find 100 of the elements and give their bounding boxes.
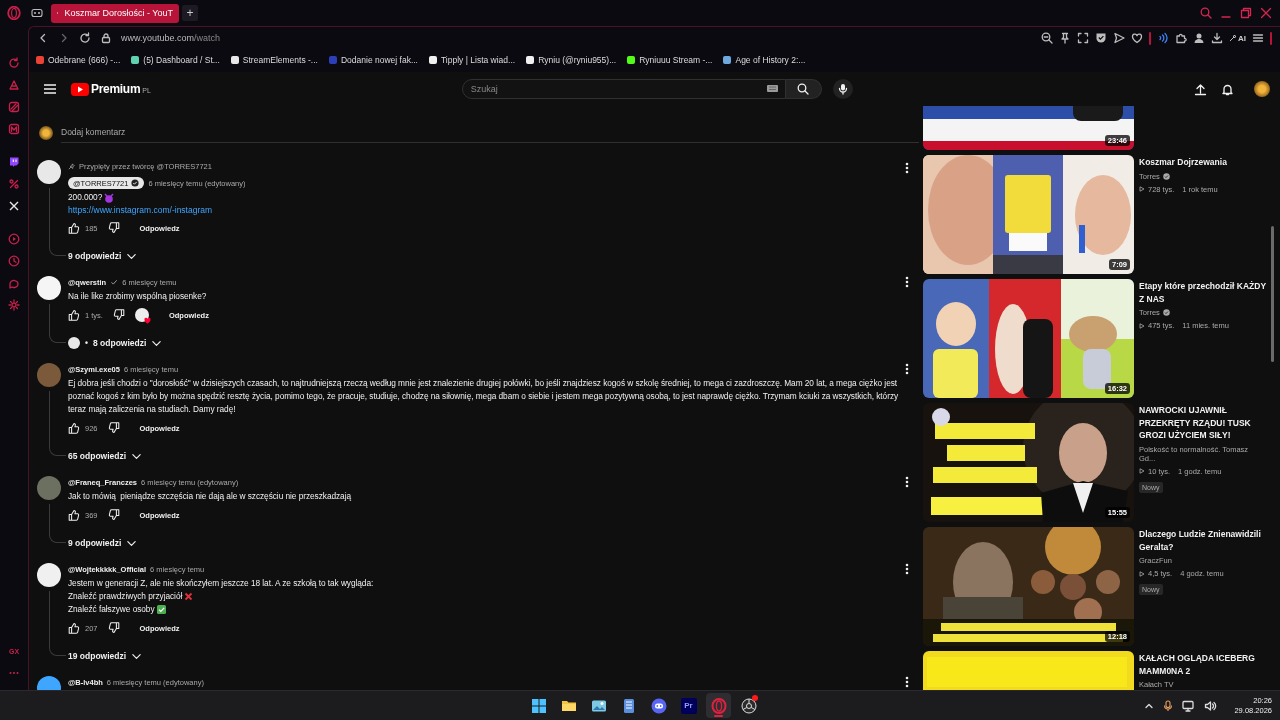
network-icon[interactable] bbox=[1182, 699, 1196, 712]
new-tab-button[interactable]: + bbox=[182, 5, 198, 21]
like-icon[interactable] bbox=[68, 622, 80, 634]
more-options-icon[interactable] bbox=[905, 276, 909, 288]
bookmark[interactable]: Tipply | Lista wiad... bbox=[429, 55, 516, 65]
clock-icon[interactable] bbox=[8, 255, 20, 267]
download-icon[interactable] bbox=[1211, 32, 1223, 44]
keyboard-icon[interactable] bbox=[766, 85, 778, 92]
percent-icon[interactable] bbox=[8, 178, 20, 190]
more-options-icon[interactable] bbox=[905, 676, 909, 688]
replies-button[interactable]: 9 odpowiedzi bbox=[68, 251, 122, 261]
chat-box-icon[interactable] bbox=[8, 156, 20, 168]
dislike-icon[interactable] bbox=[107, 509, 120, 521]
bookmark[interactable]: StreamElements -... bbox=[230, 55, 318, 65]
replies-button[interactable]: 9 odpowiedzi bbox=[68, 538, 122, 548]
bookmark[interactable]: Odebrane (666) -... bbox=[36, 55, 121, 65]
striped-square-icon[interactable] bbox=[8, 101, 20, 113]
restore-icon[interactable] bbox=[1240, 7, 1252, 19]
video-title[interactable]: NAWROCKI UJAWNIŁ PRZEKRĘTY RZĄDU! TUSK GROZI UŻYCIEM SIŁY! bbox=[1139, 404, 1266, 442]
heart-icon[interactable] bbox=[1131, 32, 1143, 44]
user-icon[interactable] bbox=[1193, 32, 1205, 44]
notifications-icon[interactable] bbox=[1221, 82, 1234, 96]
more-options-icon[interactable] bbox=[905, 563, 909, 575]
voice-search-button[interactable] bbox=[832, 79, 853, 99]
chat-icon bbox=[650, 697, 667, 714]
radio-waves-icon[interactable] bbox=[1157, 32, 1169, 44]
dislike-icon[interactable] bbox=[107, 222, 120, 234]
video-title[interactable]: KAŁACH OGLĄDA ICEBERG MAMM0NA 2 bbox=[1139, 652, 1266, 677]
replies-button[interactable]: 8 odpowiedzi bbox=[93, 338, 147, 348]
circle-arrow-icon[interactable] bbox=[8, 57, 20, 69]
comment-text: Jestem w generacji Z, ale nie skończyłem jeszcze 18 lat. A ze szkołą to tak wygląda: bbox=[68, 577, 374, 590]
user-avatar[interactable] bbox=[1254, 81, 1270, 97]
thread-line bbox=[49, 391, 66, 456]
shield-icon[interactable] bbox=[1095, 32, 1107, 44]
bookmark[interactable]: Dodanie nowej fak... bbox=[328, 55, 418, 65]
bookmark[interactable]: Ryniu (@ryniu955)... bbox=[526, 55, 617, 65]
like-icon[interactable] bbox=[68, 509, 80, 521]
video-title[interactable]: Etapy które przechodził KAŻDY Z NAS bbox=[1139, 280, 1266, 305]
bookmark[interactable]: Age of History 2:... bbox=[723, 55, 806, 65]
search-field[interactable]: Szukaj bbox=[461, 79, 786, 99]
sparkle-icon bbox=[1229, 34, 1237, 42]
upload-icon[interactable] bbox=[1194, 82, 1207, 96]
speech-bubble-icon[interactable] bbox=[8, 277, 20, 289]
comment-text: Znaleźć fałszywe osoby bbox=[68, 603, 155, 616]
replies-button[interactable]: 65 odpowiedzi bbox=[68, 451, 127, 461]
tab-overview-icon[interactable] bbox=[31, 8, 43, 18]
comment-field[interactable]: Dodaj komentarz bbox=[61, 123, 919, 143]
like-icon[interactable] bbox=[68, 422, 80, 434]
envelope-square-icon[interactable] bbox=[8, 123, 20, 135]
browser-tab[interactable]: Koszmar Dorosłości - YouT bbox=[51, 3, 179, 23]
comment-link[interactable]: https://www.instagram.com/-instagram bbox=[68, 204, 213, 216]
like-icon[interactable] bbox=[68, 222, 80, 234]
puzzle-icon[interactable] bbox=[1175, 32, 1187, 44]
like-icon[interactable] bbox=[68, 309, 80, 321]
send-icon[interactable] bbox=[1113, 32, 1125, 44]
video-title[interactable]: Koszmar Dojrzewania bbox=[1139, 156, 1266, 169]
close-icon[interactable] bbox=[1260, 7, 1272, 19]
dislike-icon[interactable] bbox=[107, 422, 120, 434]
thread-line bbox=[49, 591, 66, 656]
taskbar-button[interactable]: Pr bbox=[676, 693, 701, 718]
lock-icon[interactable] bbox=[100, 32, 112, 44]
bookmark[interactable]: Ryniuuu Stream -... bbox=[627, 55, 713, 65]
speaker-icon[interactable] bbox=[1204, 699, 1218, 712]
search-icon bbox=[797, 83, 810, 95]
microphone-icon[interactable] bbox=[1163, 699, 1174, 712]
user-avatar[interactable] bbox=[37, 563, 61, 587]
comment-text: 200.000? bbox=[68, 191, 103, 204]
menu-icon[interactable] bbox=[43, 83, 57, 95]
replies-button[interactable]: 19 odpowiedzi bbox=[68, 651, 127, 661]
comment-text: Jak to mówią pieniądze szczęścia nie dają ale w szczęściu nie przeszkadzają bbox=[68, 490, 352, 503]
more-options-icon[interactable] bbox=[905, 363, 909, 375]
dislike-icon[interactable] bbox=[107, 622, 120, 634]
ai-button[interactable]: AI bbox=[1229, 33, 1246, 43]
comment-text: Na ile like zrobimy wspólną piosenke? bbox=[68, 290, 207, 303]
more-options-icon[interactable] bbox=[905, 162, 909, 174]
settings-icon[interactable] bbox=[8, 299, 20, 311]
scrollbar-thumb[interactable] bbox=[1271, 226, 1274, 362]
user-avatar[interactable] bbox=[37, 160, 61, 184]
user-avatar[interactable] bbox=[37, 276, 61, 300]
search-button[interactable] bbox=[785, 79, 822, 99]
dislike-icon[interactable] bbox=[112, 309, 125, 321]
search-icon[interactable] bbox=[1200, 7, 1212, 19]
pyramid-icon[interactable] bbox=[8, 79, 20, 91]
check-icon bbox=[110, 278, 119, 286]
play-circle-icon[interactable] bbox=[8, 233, 20, 245]
video-title[interactable]: Dlaczego Ludzie Znienawidzili Geralta? bbox=[1139, 528, 1266, 553]
bookmark[interactable]: (5) Dashboard / St... bbox=[131, 55, 220, 65]
snapshot-icon[interactable] bbox=[1077, 32, 1089, 44]
menu-icon[interactable] bbox=[1252, 32, 1264, 44]
aperture-icon bbox=[740, 697, 757, 714]
cross-mark-icon bbox=[184, 592, 194, 601]
play-logo-icon bbox=[71, 82, 89, 96]
more-options-icon[interactable] bbox=[905, 476, 909, 488]
address-field[interactable]: www.youtube.com/watch bbox=[121, 33, 221, 43]
play-icon bbox=[1139, 468, 1145, 474]
opera-logo-icon[interactable] bbox=[7, 6, 21, 20]
pin-icon[interactable] bbox=[1059, 32, 1071, 44]
reload-icon[interactable] bbox=[79, 32, 91, 44]
cross-icon[interactable] bbox=[8, 200, 20, 212]
zoom-out-icon[interactable] bbox=[1041, 32, 1053, 44]
